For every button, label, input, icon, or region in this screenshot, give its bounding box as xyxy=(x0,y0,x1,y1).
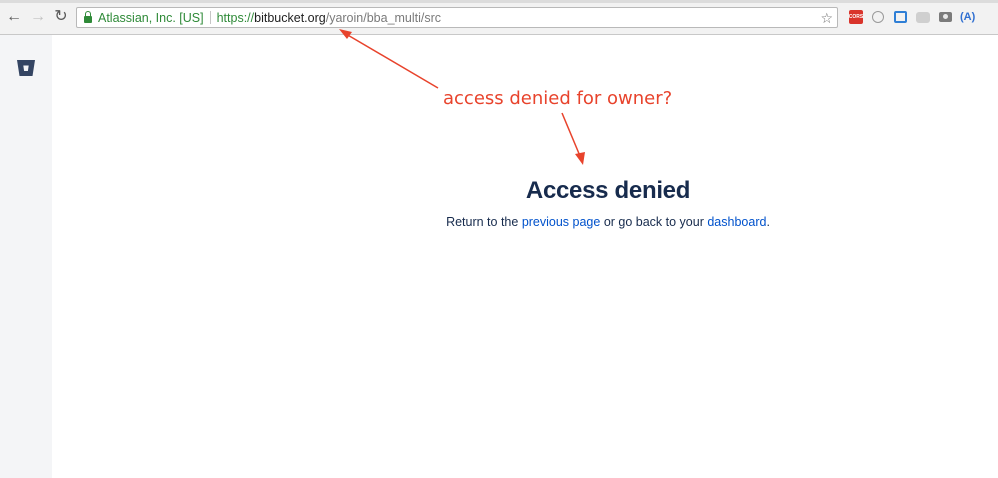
forward-icon[interactable]: → xyxy=(29,8,47,26)
a-extension-icon[interactable]: (A) xyxy=(960,10,975,24)
browser-toolbar: ← → ↻ Atlassian, Inc. [US] https://bitbu… xyxy=(0,0,998,35)
bitbucket-logo-icon[interactable] xyxy=(17,60,35,76)
message-middle: or go back to your xyxy=(600,215,708,229)
url-scheme: https:// xyxy=(216,10,255,25)
tab-strip-edge xyxy=(0,0,998,3)
access-denied-message: Return to the previous page or go back t… xyxy=(52,215,998,229)
message-prefix: Return to the xyxy=(446,215,522,229)
page-title: Access denied xyxy=(525,177,691,204)
bookmark-star-icon[interactable]: ☆ xyxy=(820,9,833,27)
back-icon[interactable]: ← xyxy=(5,8,23,26)
camera-icon[interactable] xyxy=(939,10,952,24)
url-host: bitbucket.org xyxy=(254,10,326,25)
ev-certificate-name[interactable]: Atlassian, Inc. [US] xyxy=(98,11,204,25)
address-bar[interactable]: Atlassian, Inc. [US] https://bitbucket.o… xyxy=(76,7,838,28)
chat-extension-icon[interactable] xyxy=(916,10,930,24)
lock-icon xyxy=(84,10,92,23)
address-bar-divider xyxy=(209,11,211,24)
message-suffix: . xyxy=(766,215,770,229)
reload-icon[interactable]: ↻ xyxy=(52,8,70,26)
global-sidebar xyxy=(0,35,52,478)
circle-extension-icon[interactable] xyxy=(872,10,884,24)
url-path: /yaroin/bba_multi/src xyxy=(325,10,442,25)
cors-icon[interactable]: CORS xyxy=(849,10,863,24)
previous-page-link[interactable]: previous page xyxy=(522,215,601,229)
dashboard-link[interactable]: dashboard xyxy=(707,215,766,229)
blue-extension-icon[interactable] xyxy=(894,10,907,24)
annotation-label: access denied for owner? xyxy=(443,88,673,109)
